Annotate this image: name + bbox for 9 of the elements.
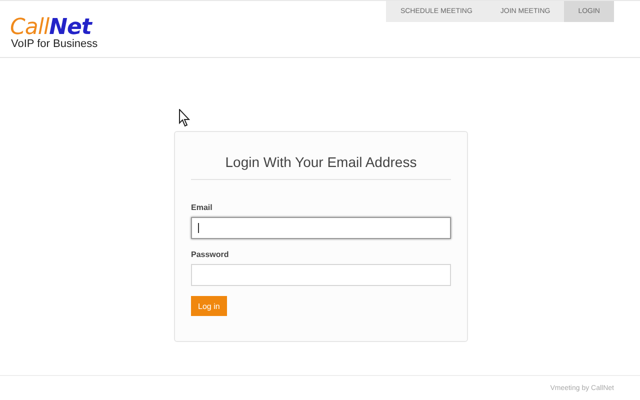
cursor-icon <box>179 109 190 127</box>
field-label: Email <box>191 203 214 212</box>
field-label: Password <box>191 250 230 259</box>
input-field[interactable] <box>191 264 451 286</box>
input-field[interactable] <box>191 217 451 239</box>
login-button[interactable]: Log in <box>191 296 227 316</box>
login-title: Login With Your Email Address <box>191 154 451 180</box>
logo-tagline: VoIP for Business <box>11 38 98 50</box>
logo-wordmark: CallNet <box>10 18 92 38</box>
